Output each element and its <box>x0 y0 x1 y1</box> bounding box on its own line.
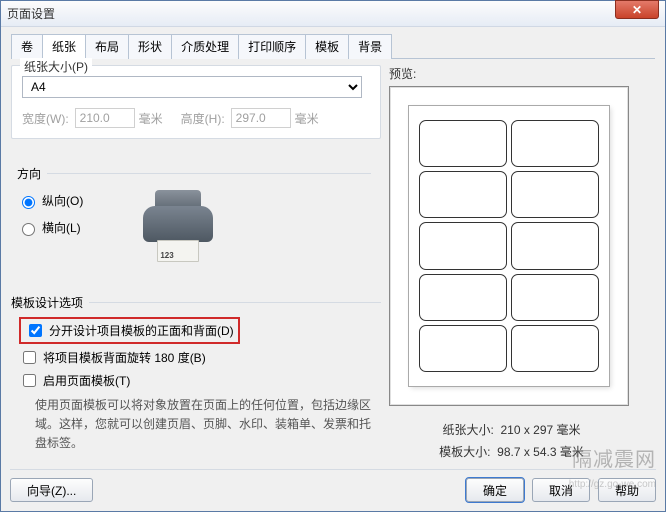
paper-size-info-label: 纸张大小: <box>442 423 493 437</box>
label-cell <box>511 274 599 321</box>
tab-background[interactable]: 背景 <box>348 34 392 59</box>
button-bar: 向导(Z)... 确定 取消 帮助 <box>10 469 656 502</box>
template-options-legend: 模板设计选项 <box>11 294 83 311</box>
orientation-legend: 方向 <box>17 165 41 182</box>
paper-size-select[interactable]: A4 <box>22 76 362 98</box>
template-options-group: 模板设计选项 分开设计项目模板的正面和背面(D) 将项目模板背面旋转 180 度… <box>11 294 381 454</box>
close-button[interactable]: ✕ <box>615 0 659 19</box>
label-cell <box>419 222 507 269</box>
enable-page-template-label: 启用页面模板(T) <box>43 372 130 389</box>
tab-template[interactable]: 模板 <box>305 34 349 59</box>
template-size-info-value: 98.7 x 54.3 毫米 <box>497 445 584 459</box>
height-label: 高度(H): <box>181 110 225 127</box>
tab-shape[interactable]: 形状 <box>128 34 172 59</box>
label-cell <box>419 171 507 218</box>
label-cell <box>419 120 507 167</box>
landscape-label: 横向(L) <box>42 219 81 236</box>
height-input[interactable] <box>231 108 291 128</box>
portrait-radio-row[interactable]: 纵向(O) <box>17 192 83 209</box>
width-input[interactable] <box>75 108 135 128</box>
close-icon: ✕ <box>632 3 642 17</box>
rotate-180-label: 将项目模板背面旋转 180 度(B) <box>43 349 206 366</box>
rotate-180-checkbox[interactable] <box>23 351 36 364</box>
paper-size-legend: 纸张大小(P) <box>20 58 92 75</box>
tab-layout[interactable]: 布局 <box>85 34 129 59</box>
tab-strip: 卷 纸张 布局 形状 介质处理 打印顺序 模板 背景 <box>11 33 655 59</box>
orientation-group: 方向 纵向(O) 横向(L) <box>11 155 381 278</box>
width-unit: 毫米 <box>139 110 163 127</box>
label-cell <box>419 325 507 372</box>
tab-print-order[interactable]: 打印顺序 <box>238 34 306 59</box>
titlebar[interactable]: 页面设置 ✕ <box>1 1 665 27</box>
template-size-info-label: 模板大小: <box>439 445 490 459</box>
page-setup-dialog: 页面设置 ✕ 卷 纸张 布局 形状 介质处理 打印顺序 模板 背景 纸张大小(P… <box>0 0 666 512</box>
tab-roll[interactable]: 卷 <box>11 34 43 59</box>
label-cell <box>511 171 599 218</box>
landscape-radio-row[interactable]: 横向(L) <box>17 219 83 236</box>
preview-label: 预览: <box>389 65 634 82</box>
landscape-radio[interactable] <box>22 223 35 236</box>
template-help-text: 使用页面模板可以将对象放置在页面上的任何位置，包括边缘区域。这样，您就可以创建页… <box>35 396 381 454</box>
label-cell <box>511 222 599 269</box>
preview-area <box>389 86 629 406</box>
window-title: 页面设置 <box>7 5 55 22</box>
portrait-label: 纵向(O) <box>42 192 83 209</box>
watermark-text: 隔减震网 <box>572 443 656 472</box>
paper-size-group: 纸张大小(P) A4 宽度(W): 毫米 高度(H): 毫米 <box>11 65 381 139</box>
preview-page <box>409 106 609 386</box>
width-label: 宽度(W): <box>22 110 69 127</box>
paper-size-info-value: 210 x 297 毫米 <box>500 423 580 437</box>
label-cell <box>419 274 507 321</box>
printer-icon: 123 <box>133 188 223 268</box>
watermark-url: http://gz.go-we.com <box>569 479 656 490</box>
ok-button[interactable]: 确定 <box>466 478 524 502</box>
wizard-button[interactable]: 向导(Z)... <box>10 478 93 502</box>
enable-page-template-checkbox[interactable] <box>23 374 36 387</box>
portrait-radio[interactable] <box>22 196 35 209</box>
separate-front-back-label: 分开设计项目模板的正面和背面(D) <box>49 322 234 339</box>
tab-media[interactable]: 介质处理 <box>171 34 239 59</box>
height-unit: 毫米 <box>295 110 319 127</box>
tab-paper[interactable]: 纸张 <box>42 34 86 59</box>
separate-front-back-checkbox[interactable] <box>29 324 42 337</box>
label-cell <box>511 120 599 167</box>
label-cell <box>511 325 599 372</box>
